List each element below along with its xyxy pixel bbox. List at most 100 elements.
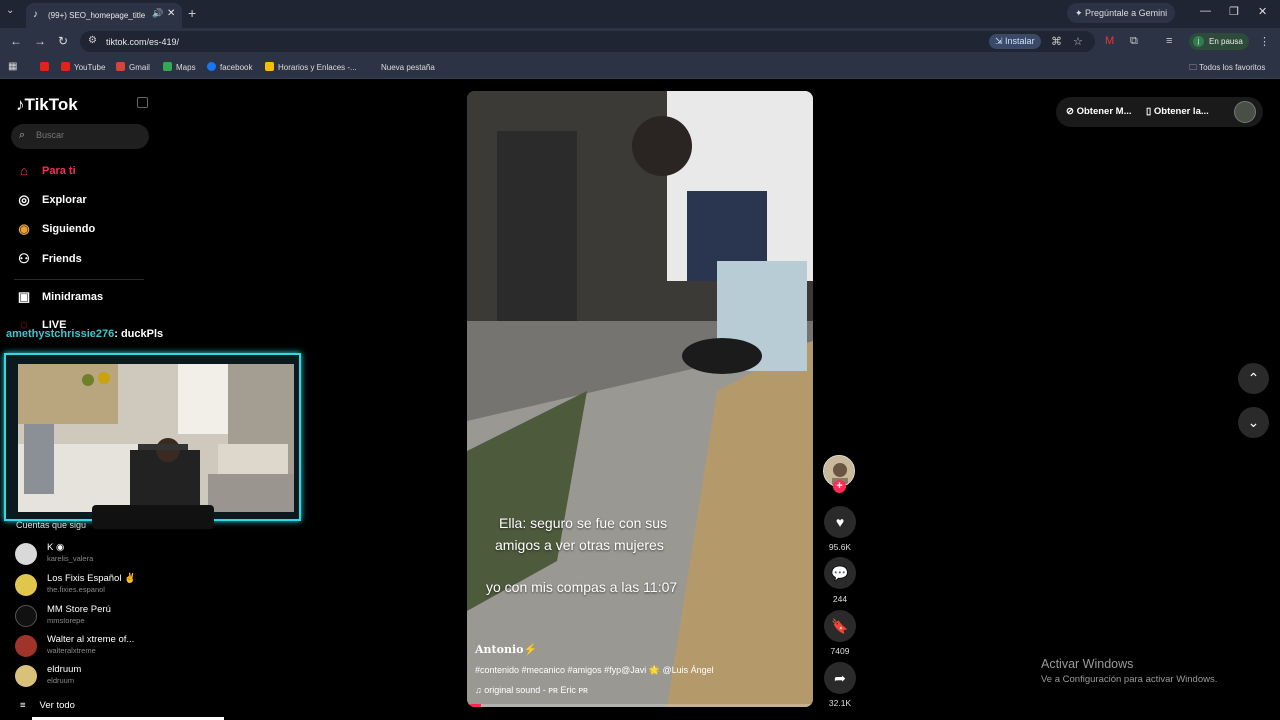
reload-icon[interactable]: ↻ [58, 34, 68, 48]
account-name: K ◉ [47, 542, 65, 553]
followed-account[interactable]: eldruum eldruum [15, 663, 155, 691]
collapse-sidebar-icon[interactable] [137, 97, 148, 108]
all-bookmarks-label: Todos los favoritos [1199, 63, 1266, 72]
bookmark-gmail[interactable]: Gmail [116, 62, 150, 72]
bookmark-new-tab[interactable]: Nueva pestaña [368, 62, 435, 72]
video-author[interactable]: Antonio⚡ [475, 643, 537, 656]
search-input[interactable] [36, 130, 136, 140]
tab-close-icon[interactable]: ✕ [167, 8, 175, 19]
nav-label: Minidramas [42, 291, 104, 303]
browser-menu-icon[interactable]: ⋮ [1259, 35, 1270, 48]
browser-tab[interactable]: ♪ (99+) SEO_homepage_title 🔊 ✕ [26, 3, 182, 28]
user-profile-avatar[interactable] [1234, 101, 1256, 123]
back-icon[interactable]: ← [10, 34, 22, 48]
activate-windows-subtitle: Ve a Configuración para activar Windows. [1041, 674, 1218, 685]
share-button[interactable]: ➦ [824, 662, 856, 694]
site-info-icon[interactable]: ⚙ [88, 35, 97, 46]
tab-search-icon[interactable]: ⌄ [6, 5, 14, 16]
previous-video-button[interactable]: ⌃ [1238, 363, 1269, 394]
like-count: 95.6K [828, 542, 852, 552]
avatar [15, 605, 37, 627]
followed-account[interactable]: Walter al xtreme of... walteralxtreme [15, 633, 155, 661]
save-count: 7409 [830, 646, 850, 656]
avatar [15, 635, 37, 657]
address-bar[interactable]: ⚙ tiktok.com/es-419/ [80, 31, 1095, 52]
video-description[interactable]: #contenido #mecanico #amigos #fyp@Javi 🌟… [475, 665, 714, 676]
bookmark-horarios[interactable]: Horarios y Enlaces -... [265, 62, 357, 72]
apps-grid-icon[interactable]: ▦ [8, 61, 17, 72]
all-bookmarks-button[interactable]: 🗀 Todos los favoritos [1189, 62, 1265, 76]
follow-plus-button[interactable]: + [833, 480, 846, 493]
bookmark-label: Horarios y Enlaces -... [278, 63, 357, 72]
followed-account[interactable]: K ◉ karelis_valera [15, 541, 155, 569]
close-window-button[interactable]: ✕ [1258, 5, 1267, 18]
restore-button[interactable]: ❐ [1229, 5, 1239, 18]
progress-fill [467, 704, 481, 707]
get-app-button-1[interactable]: ⊘ Obtener M... [1066, 106, 1132, 117]
install-label: Instalar [1005, 36, 1035, 46]
bookmarks-bar: ▦ YouTube Gmail Maps facebook Horarios y… [0, 55, 1280, 79]
nav-label: Friends [42, 253, 82, 265]
bookmark-youtube[interactable]: YouTube [61, 62, 105, 72]
minimize-button[interactable]: — [1200, 5, 1211, 17]
bookmark-label: facebook [220, 63, 253, 72]
gemini-button[interactable]: ✦ Pregúntale a Gemini [1067, 3, 1175, 23]
save-button[interactable]: 🔖 [824, 610, 856, 642]
gemini-icon: ✦ [1075, 8, 1086, 18]
list-icon: ≡ [20, 700, 26, 711]
see-all-button[interactable]: ≡ Ver todo [20, 700, 75, 711]
following-icon: ◉ [18, 221, 30, 236]
account-handle: the.fixies.espanol [47, 585, 105, 594]
extensions-icon[interactable]: ⧉ [1130, 35, 1138, 48]
install-app-button[interactable]: ⇲ Instalar [989, 34, 1041, 49]
comment-count: 244 [832, 594, 848, 604]
media-control-icon[interactable]: ≡ [1166, 35, 1172, 47]
account-name: MM Store Perú [47, 604, 111, 615]
account-handle: mmstorepe [47, 616, 85, 625]
followed-account[interactable]: Los Fixis Español ✌ the.fixies.espanol [15, 572, 155, 600]
sidebar-divider [14, 279, 144, 280]
account-handle: karelis_valera [47, 554, 94, 563]
share-count: 32.1K [828, 698, 852, 708]
video-sound[interactable]: ♫ original sound - ᴘʀ Eric ᴘʀ [475, 685, 588, 695]
home-icon: ⌂ [20, 163, 28, 178]
video-caption-line: yo con mis compas a las 11:07 [486, 579, 678, 595]
see-all-label: Ver todo [39, 700, 75, 711]
profile-paused-button[interactable]: j En pausa [1189, 33, 1249, 50]
tab-title: (99+) SEO_homepage_title [48, 11, 146, 20]
bookmark-maps[interactable]: Maps [163, 62, 196, 72]
bookmark-youtube-plain[interactable] [40, 62, 53, 72]
extension-m-icon[interactable]: M [1105, 35, 1114, 47]
logo-text: TikTok [24, 95, 78, 114]
stream-name-plate [92, 505, 214, 529]
account-handle: eldruum [47, 676, 75, 685]
browser-toolbar: ← → ↻ ⚙ tiktok.com/es-419/ ⇲ Instalar ⌘ … [0, 28, 1280, 55]
translate-icon[interactable]: ⌘ [1051, 35, 1062, 48]
get-app-button-2[interactable]: ▯ Obtener la... [1146, 106, 1209, 117]
avatar [15, 574, 37, 596]
account-name: Los Fixis Español ✌ [47, 573, 136, 584]
new-tab-button[interactable]: + [188, 5, 196, 21]
bookmark-label: Nueva pestaña [381, 63, 435, 72]
next-video-button[interactable]: ⌄ [1238, 407, 1269, 438]
comment-button[interactable]: 💬 [824, 557, 856, 589]
account-name: eldruum [47, 664, 82, 675]
video-caption-line: amigos a ver otras mujeres [495, 537, 664, 553]
webcam-image [18, 364, 294, 512]
search-box[interactable]: ⌕ [11, 124, 149, 149]
stream-chat-line: amethystchrissie276: duckPls [6, 328, 163, 340]
profile-avatar: j [1193, 36, 1204, 47]
forward-icon[interactable]: → [34, 34, 46, 48]
video-progress-bar[interactable] [467, 704, 813, 707]
following-accounts-title: Cuentas que sigu [16, 520, 87, 530]
url-text: tiktok.com/es-419/ [106, 37, 180, 47]
bookmark-facebook[interactable]: facebook [207, 62, 252, 72]
like-button[interactable]: ♥ [824, 506, 856, 538]
bookmark-star-icon[interactable]: ☆ [1073, 35, 1083, 48]
followed-account[interactable]: MM Store Perú mmstorepe [15, 603, 155, 631]
chat-message: : duckPls [114, 328, 164, 340]
tiktok-logo[interactable]: ♪TikTok [16, 95, 78, 115]
tiktok-note-icon: ♪ [16, 95, 25, 114]
speaker-icon[interactable]: 🔊 [152, 8, 163, 19]
video-player[interactable]: Ella: seguro se fue con sus amigos a ver… [467, 91, 813, 707]
